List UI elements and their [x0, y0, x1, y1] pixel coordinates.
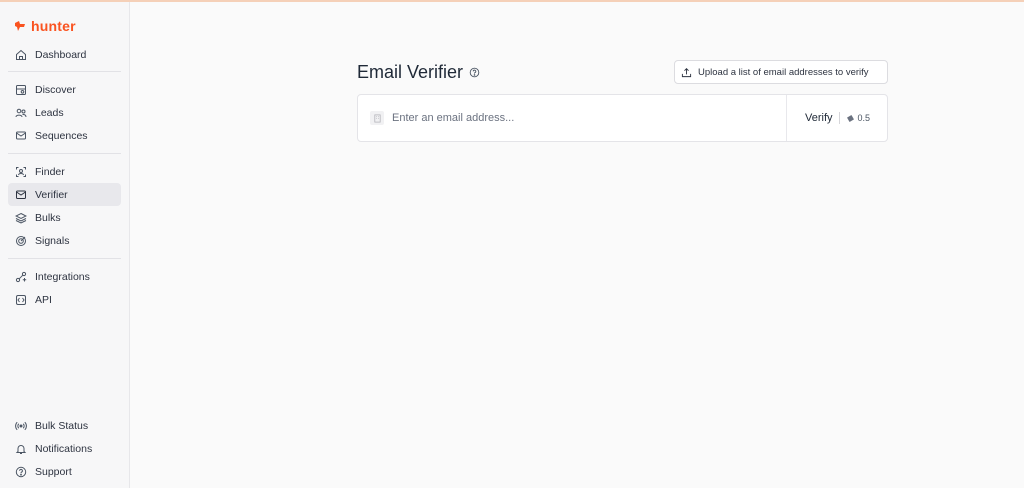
upload-icon — [681, 67, 692, 77]
sidebar-item-label: Bulks — [35, 211, 61, 224]
verify-button[interactable]: Verify 0.5 — [787, 95, 887, 141]
sidebar-item-api[interactable]: API — [8, 288, 121, 311]
sidebar-item-finder[interactable]: Finder — [8, 160, 121, 183]
bell-icon — [15, 444, 27, 454]
target-icon — [16, 235, 26, 246]
broadcast-icon — [15, 421, 27, 430]
credit-cost: 0.5 — [846, 113, 871, 123]
sidebar-item-bulk-status[interactable]: Bulk Status — [8, 414, 121, 437]
api-icon — [16, 294, 26, 305]
help-icon[interactable] — [469, 67, 480, 78]
sidebar-divider — [8, 71, 121, 72]
sidebar-divider — [8, 153, 121, 154]
sidebar-item-label: Leads — [35, 106, 64, 119]
sidebar: hunter Dashboard Discover Leads Sequence… — [0, 2, 130, 488]
verify-label: Verify — [805, 112, 833, 124]
layers-icon — [15, 212, 27, 224]
plug-icon — [15, 271, 27, 282]
sidebar-divider — [8, 258, 121, 259]
page-title-row: Email Verifier — [357, 62, 480, 83]
sidebar-item-dashboard[interactable]: Dashboard — [8, 43, 121, 66]
sidebar-item-label: Dashboard — [35, 48, 87, 61]
email-input[interactable] — [392, 103, 782, 133]
credit-icon — [846, 114, 854, 122]
finder-icon — [16, 166, 26, 177]
sidebar-item-sequences[interactable]: Sequences — [8, 124, 121, 147]
brand-logo[interactable]: hunter — [14, 17, 76, 35]
hunter-logo-icon — [15, 21, 25, 31]
sidebar-item-label: Signals — [35, 234, 70, 247]
sidebar-item-bulks[interactable]: Bulks — [8, 206, 121, 229]
building-icon — [370, 111, 384, 125]
sidebar-item-label: Finder — [35, 165, 65, 178]
discover-icon — [16, 84, 26, 95]
upload-list-label: Upload a list of email addresses to veri… — [698, 66, 869, 78]
sidebar-item-verifier[interactable]: Verifier — [8, 183, 121, 206]
page-title: Email Verifier — [357, 62, 464, 82]
sidebar-item-integrations[interactable]: Integrations — [8, 265, 121, 288]
sidebar-item-signals[interactable]: Signals — [8, 229, 121, 252]
sidebar-item-label: Bulk Status — [35, 419, 89, 432]
mail-check-icon — [16, 190, 26, 199]
help-circle-icon — [15, 466, 27, 477]
home-icon — [16, 49, 26, 60]
sidebar-item-leads[interactable]: Leads — [8, 101, 121, 124]
sidebar-item-notifications[interactable]: Notifications — [8, 437, 121, 460]
sequences-icon — [16, 131, 26, 139]
sidebar-item-label: Integrations — [35, 270, 90, 283]
main-content: Email Verifier Upload a list of email ad… — [131, 2, 1024, 488]
sidebar-item-label: Verifier — [35, 188, 68, 201]
brand-name: hunter — [31, 18, 76, 34]
sidebar-item-label: Notifications — [35, 442, 93, 455]
upload-list-button[interactable]: Upload a list of email addresses to veri… — [674, 60, 888, 84]
verify-form: Verify 0.5 — [357, 94, 888, 142]
sidebar-item-label: API — [35, 293, 52, 306]
sidebar-item-label: Support — [35, 465, 72, 478]
verify-separator — [838, 112, 840, 124]
credit-value: 0.5 — [857, 113, 871, 123]
sidebar-item-support[interactable]: Support — [8, 460, 121, 483]
sidebar-item-label: Sequences — [35, 129, 88, 142]
leads-icon — [15, 108, 27, 117]
sidebar-item-label: Discover — [35, 83, 76, 96]
sidebar-item-discover[interactable]: Discover — [8, 78, 121, 101]
